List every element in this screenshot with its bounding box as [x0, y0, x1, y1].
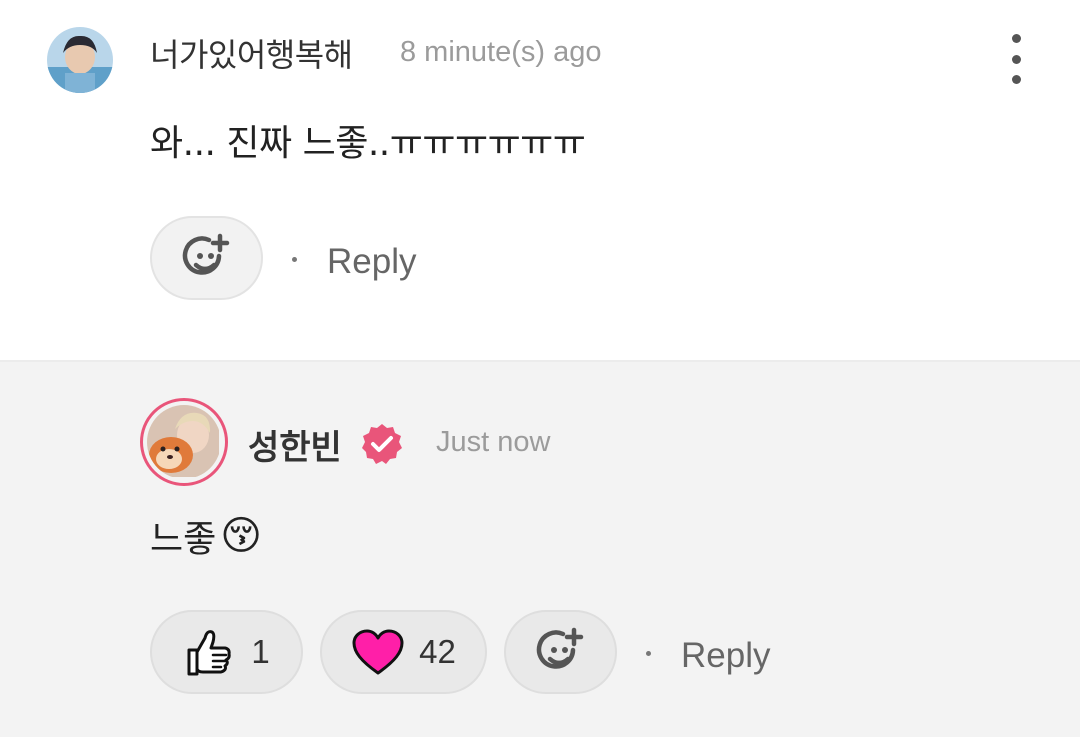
timestamp: 8 minute(s) ago: [400, 36, 602, 68]
heart-reaction-button[interactable]: 42: [320, 610, 487, 694]
comment-text: 와... 진짜 느좋..ㅠㅠㅠㅠㅠㅠ: [150, 123, 586, 164]
separator-dot: [292, 257, 297, 262]
comment-card: 너가있어행복해 8 minute(s) ago 와... 진짜 느좋..ㅠㅠㅠㅠ…: [0, 0, 1080, 360]
add-reaction-icon: [536, 627, 583, 669]
kebab-menu-icon[interactable]: [1000, 34, 1032, 84]
like-reaction-button[interactable]: 1: [150, 610, 303, 694]
timestamp: Just now: [436, 426, 551, 458]
avatar[interactable]: [140, 398, 228, 486]
reply-button[interactable]: Reply: [327, 242, 416, 282]
verified-badge-icon: [362, 424, 402, 464]
kissing-face-emoji: 😚: [220, 513, 262, 559]
add-reaction-button[interactable]: [504, 610, 617, 694]
add-reaction-icon: [182, 233, 229, 275]
reply-button[interactable]: Reply: [681, 636, 770, 676]
like-count: 1: [251, 633, 270, 670]
heart-count: 42: [419, 633, 456, 670]
username[interactable]: 성한빈: [248, 420, 342, 469]
separator-dot: [646, 651, 651, 656]
heart-icon: [352, 629, 404, 675]
comment-text: 느좋 😚: [150, 510, 262, 562]
add-reaction-button[interactable]: [150, 216, 263, 300]
comment-text-body: 느좋: [150, 519, 217, 560]
username[interactable]: 너가있어행복해: [150, 30, 353, 76]
avatar[interactable]: [47, 27, 113, 93]
thumbs-up-icon: [187, 630, 231, 676]
